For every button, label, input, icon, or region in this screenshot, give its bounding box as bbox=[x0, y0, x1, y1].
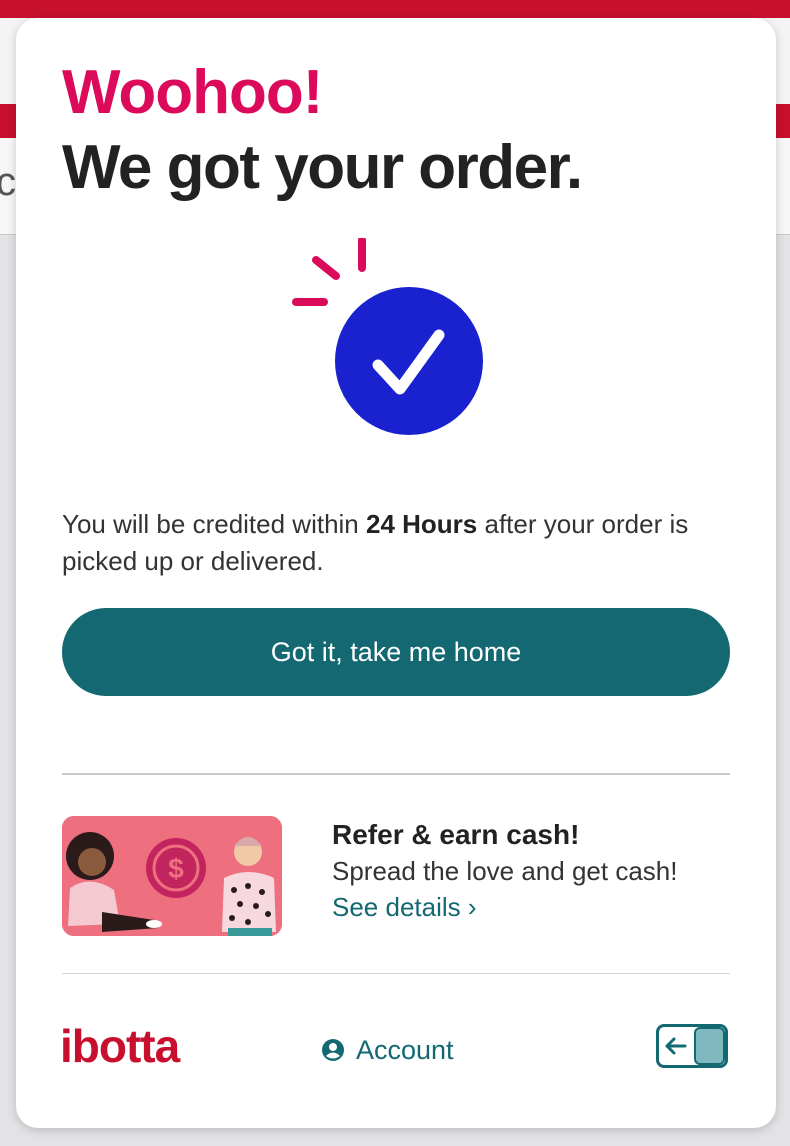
referral-illustration[interactable]: $ bbox=[62, 816, 282, 936]
exclaim-title: Woohoo! bbox=[62, 58, 323, 127]
order-confirmation-popup: Woohoo! We got your order. You will be c… bbox=[16, 18, 776, 1128]
divider bbox=[62, 973, 730, 974]
page-title: We got your order. bbox=[62, 133, 583, 202]
credit-message: You will be credited within 24 Hours aft… bbox=[62, 509, 689, 576]
account-label: Account bbox=[356, 1034, 454, 1065]
arrow-left-icon bbox=[665, 1027, 725, 1065]
take-me-home-button[interactable]: Got it, take me home bbox=[62, 608, 730, 696]
account-link[interactable]: Account bbox=[322, 1030, 454, 1070]
checkmark-circle-icon bbox=[292, 238, 483, 435]
svg-text:$: $ bbox=[168, 853, 184, 884]
referral-title: Refer & earn cash! bbox=[332, 819, 580, 850]
ibotta-logo[interactable]: ibotta bbox=[60, 1018, 180, 1074]
referral-subtitle: Spread the love and get cash! bbox=[332, 856, 678, 886]
credit-timeframe: 24 Hours bbox=[366, 509, 478, 539]
background-partial-text: c bbox=[0, 160, 16, 204]
referral-illustration-art: $ bbox=[62, 816, 282, 936]
user-circle-icon bbox=[322, 1039, 344, 1061]
divider bbox=[62, 773, 730, 775]
collapse-sidebar-toggle[interactable] bbox=[656, 1024, 728, 1068]
see-details-link[interactable]: See details › bbox=[332, 890, 477, 924]
